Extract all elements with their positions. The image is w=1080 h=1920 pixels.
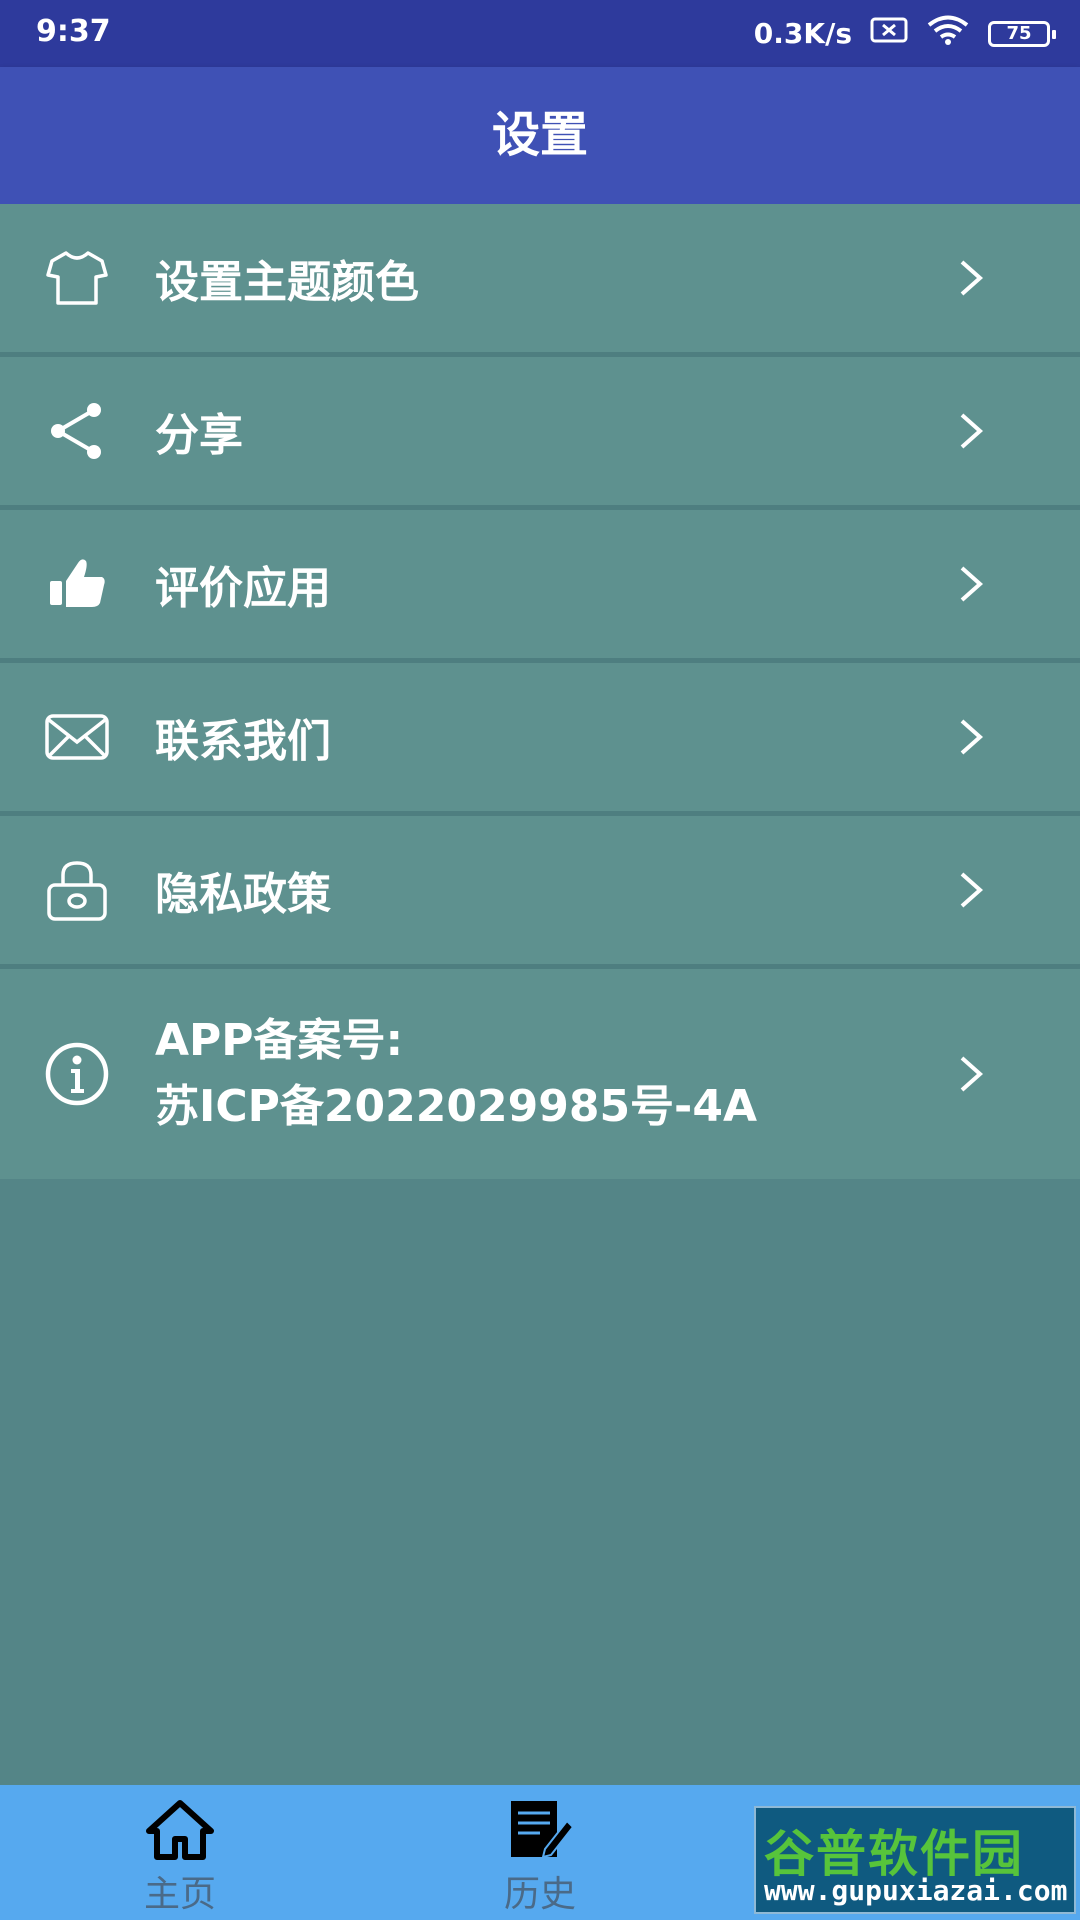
thumbs-up-icon [44, 551, 110, 617]
page-title: 设置 [491, 107, 588, 163]
tshirt-icon [44, 245, 110, 311]
sim-x-icon [870, 17, 908, 50]
icp-record-number: 苏ICP备2022029985号-4A [155, 1081, 757, 1132]
settings-list: 设置主题颜色 分享 评价应用 联系我们 隐私政策 APP备案号: 苏ICP备20… [0, 204, 1080, 1179]
icp-record-title: APP备案号: [155, 1015, 404, 1066]
settings-item-label: 隐私政策 [155, 869, 331, 920]
nav-label-history: 历史 [503, 1874, 576, 1915]
status-icons: 0.3K/s 75 [753, 14, 1056, 53]
history-icon [505, 1799, 575, 1861]
chevron-right-icon [956, 564, 986, 604]
mail-icon [44, 704, 110, 770]
chevron-right-icon [956, 870, 986, 910]
chevron-right-icon [956, 411, 986, 451]
watermark-url: www.gupuxiazai.com [764, 1874, 1068, 1907]
settings-item-share[interactable]: 分享 [0, 357, 1080, 510]
wifi-icon [926, 14, 970, 53]
settings-item-privacy-policy[interactable]: 隐私政策 [0, 816, 1080, 969]
nav-item-history[interactable]: 历史 [440, 1785, 640, 1920]
chevron-right-icon [956, 1054, 986, 1094]
icp-record-text: APP备案号: 苏ICP备2022029985号-4A [155, 1008, 757, 1140]
lock-icon [44, 857, 110, 923]
nav-item-home[interactable]: 主页 [80, 1785, 280, 1920]
settings-item-label: 设置主题颜色 [155, 257, 419, 308]
status-bar: 9:37 0.3K/s 75 [0, 0, 1080, 67]
watermark-logo: 谷普软件园 www.gupuxiazai.com [754, 1806, 1076, 1914]
settings-item-rate-app[interactable]: 评价应用 [0, 510, 1080, 663]
app-bar: 设置 [0, 67, 1080, 204]
chevron-right-icon [956, 717, 986, 757]
home-icon [145, 1799, 215, 1861]
status-time: 9:37 [36, 14, 111, 49]
settings-item-theme-color[interactable]: 设置主题颜色 [0, 204, 1080, 357]
settings-item-label: 评价应用 [155, 563, 331, 614]
battery-icon: 75 [988, 20, 1056, 47]
settings-item-label: 联系我们 [155, 716, 331, 767]
info-icon [44, 1041, 110, 1107]
chevron-right-icon [956, 258, 986, 298]
nav-label-home: 主页 [143, 1874, 216, 1915]
settings-item-label: 分享 [155, 410, 243, 461]
share-icon [44, 398, 110, 464]
settings-item-icp-record[interactable]: APP备案号: 苏ICP备2022029985号-4A [0, 969, 1080, 1179]
settings-item-contact-us[interactable]: 联系我们 [0, 663, 1080, 816]
network-speed: 0.3K/s [753, 17, 852, 50]
